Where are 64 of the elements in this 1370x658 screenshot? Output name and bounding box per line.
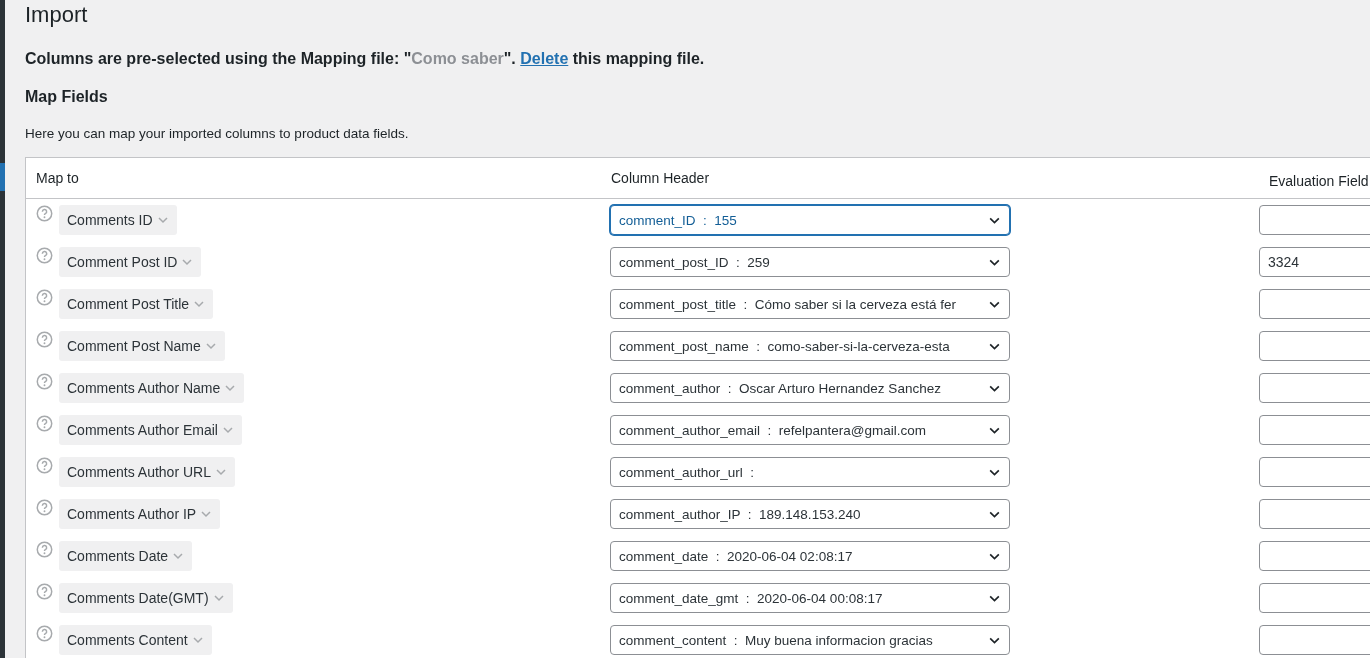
active-menu-marker [0,163,5,191]
help-icon[interactable] [36,625,53,642]
map-to-dropdown[interactable]: Comment Post Name [59,331,225,361]
evaluation-field[interactable] [1259,331,1370,361]
help-icon[interactable] [36,205,53,222]
chevron-down-icon [191,634,204,646]
help-icon[interactable] [36,373,53,390]
help-icon[interactable] [36,541,53,558]
map-to-dropdown[interactable]: Comments ID [59,205,177,235]
evaluation-field[interactable] [1259,583,1370,613]
description-text: Here you can map your imported columns to product data fields. [25,125,410,143]
column-heading: Map to [36,170,79,186]
section-title: Map Fields [25,87,109,107]
chevron-down-icon [181,256,194,268]
evaluation-field[interactable] [1259,373,1370,403]
evaluation-field[interactable] [1259,541,1370,571]
evaluation-field[interactable] [1259,289,1370,319]
chevron-down-icon [204,340,217,352]
evaluation-field[interactable] [1259,499,1370,529]
chevron-down-icon [224,382,237,394]
column-header-select[interactable]: comment_post_ID : 259 [610,247,1010,277]
column-header-select[interactable]: comment_ID : 155 [610,205,1010,235]
chevron-down-icon [172,550,185,562]
column-header-select[interactable]: comment_author_url : [610,457,1010,487]
column-header-select[interactable]: comment_post_name : como-saber-si-la-cerveza-esta [610,331,1010,361]
evaluation-field[interactable]: 3324 [1259,247,1370,277]
column-header-select[interactable]: comment_author_IP : 189.148.153.240 [610,499,1010,529]
column-header-select[interactable]: comment_post_title : Cómo saber si la cerveza está fer [610,289,1010,319]
chevron-down-icon [200,508,213,520]
map-to-dropdown[interactable]: Comments Date(GMT) [59,583,233,613]
help-icon[interactable] [36,583,53,600]
chevron-down-icon [214,466,227,478]
help-icon[interactable] [36,415,53,432]
evaluation-field[interactable] [1259,205,1370,235]
column-heading: Column Header [611,170,710,186]
column-header-select[interactable]: comment_date : 2020-06-04 02:08:17 [610,541,1010,571]
chevron-down-icon [156,214,169,226]
chevron-down-icon [221,424,234,436]
map-to-dropdown[interactable]: Comments Author IP [59,499,221,529]
map-to-dropdown[interactable]: Comments Date [59,541,193,571]
column-header-select[interactable]: comment_date_gmt : 2020-06-04 00:08:17 [610,583,1010,613]
map-to-dropdown[interactable]: Comment Post Title [59,289,214,319]
help-icon[interactable] [36,457,53,474]
map-to-dropdown[interactable]: Comments Author Name [59,373,245,403]
mapping-notice: Columns are pre-selected using the Mapping file: "Como saber". Delete this mapping file. [25,49,706,69]
help-icon[interactable] [36,499,53,516]
map-to-dropdown[interactable]: Comments Author URL [59,457,235,487]
help-icon[interactable] [36,289,53,306]
evaluation-field[interactable] [1259,625,1370,655]
delete-link[interactable]: Delete [520,50,569,67]
map-to-dropdown[interactable]: Comments Author Email [59,415,242,445]
chevron-down-icon [193,298,206,310]
column-header-select[interactable]: comment_author : Oscar Arturo Hernandez Sanchez [610,373,1010,403]
column-header-select[interactable]: comment_content : Muy buena informacion gracias [610,625,1010,655]
chevron-down-icon [212,592,225,604]
map-to-dropdown[interactable]: Comments Content [59,625,212,655]
evaluation-field[interactable] [1259,457,1370,487]
column-heading: Evaluation Field [1269,173,1369,189]
map-to-dropdown[interactable]: Comment Post ID [59,247,202,277]
help-icon[interactable] [36,247,53,264]
column-header-select[interactable]: comment_author_email : refelpantera@gmail.com [610,415,1010,445]
evaluation-field[interactable] [1259,415,1370,445]
help-icon[interactable] [36,331,53,348]
page-title: Import [25,1,89,28]
